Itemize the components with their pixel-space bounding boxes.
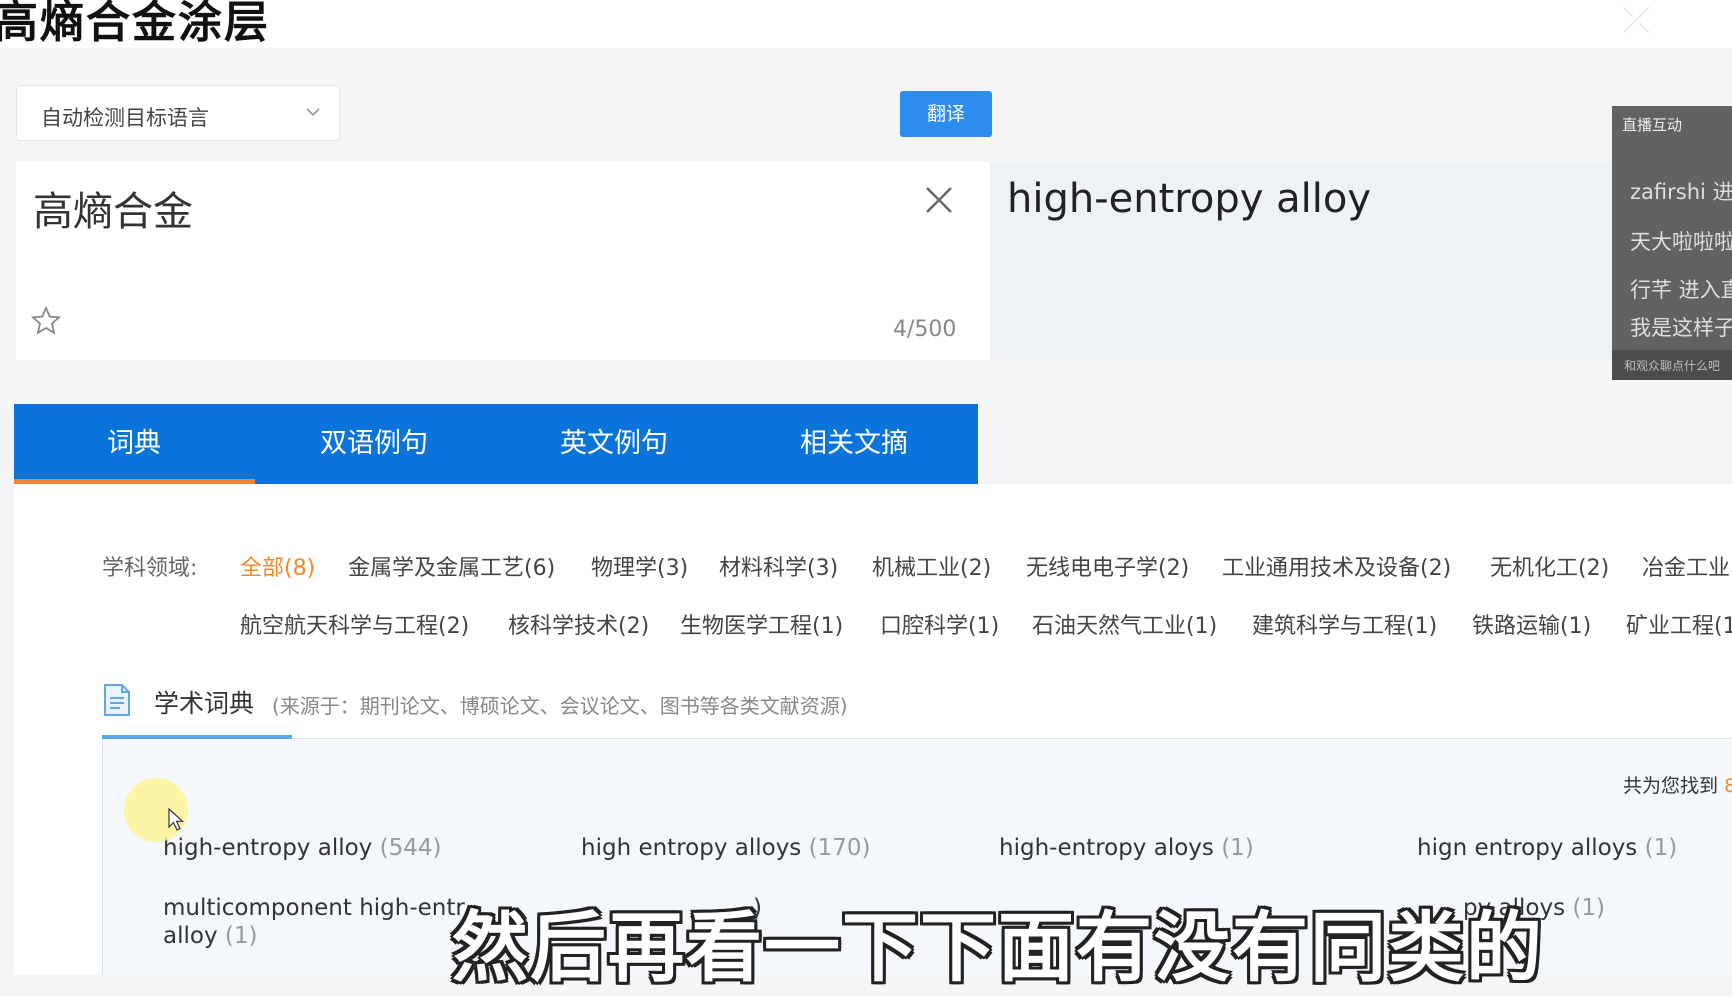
close-icon[interactable] bbox=[921, 182, 957, 218]
subject-field-item[interactable]: 机械工业(2) bbox=[872, 550, 991, 582]
term-count: (1) bbox=[1572, 895, 1605, 921]
subject-field-item[interactable]: 建筑科学与工程(1) bbox=[1252, 608, 1437, 640]
academic-dictionary-title: 学术词典 bbox=[154, 689, 255, 718]
translation-result: high-entropy alloy bbox=[1007, 176, 1371, 222]
results-count-prefix: 共为您找到 bbox=[1623, 775, 1719, 797]
term-item[interactable]: high entropy alloys (170) bbox=[581, 835, 870, 861]
term-text[interactable]: high-entropy aloys bbox=[999, 835, 1214, 861]
char-counter: 4/500 bbox=[893, 317, 957, 342]
term-text[interactable]: hign entropy alloys bbox=[1417, 835, 1637, 861]
term-item[interactable]: high-entropy alloy (544) bbox=[163, 835, 441, 861]
chevron-down-icon bbox=[306, 108, 320, 117]
subject-field-item[interactable]: 口腔科学(1) bbox=[880, 608, 999, 640]
subject-field-item[interactable]: 物理学(3) bbox=[591, 550, 688, 582]
mouse-cursor-icon bbox=[168, 808, 184, 831]
term-count: (1) bbox=[1644, 835, 1678, 861]
subject-field-item[interactable]: 工业通用技术及设备(2) bbox=[1222, 550, 1451, 582]
term-item[interactable]: hign entropy alloys (1) bbox=[1417, 835, 1677, 861]
tab-dictionary[interactable]: 词典 bbox=[14, 404, 255, 484]
source-text[interactable]: 高熵合金 bbox=[33, 179, 193, 237]
live-chat-message: 我是这样子 bbox=[1630, 316, 1732, 340]
results-count: 共为您找到 8 bbox=[1623, 771, 1732, 798]
subject-field-item[interactable]: 无线电电子学(2) bbox=[1026, 550, 1189, 582]
translate-button[interactable]: 翻译 bbox=[900, 91, 992, 137]
source-text-panel[interactable]: 高熵合金 4/500 bbox=[16, 162, 991, 360]
result-tabs: 词典 双语例句 英文例句 相关文摘 bbox=[14, 404, 978, 484]
term-text[interactable]: alloy bbox=[163, 923, 218, 949]
subject-field-item[interactable]: 材料科学(3) bbox=[719, 550, 838, 582]
subject-field-item[interactable]: 铁路运输(1) bbox=[1472, 608, 1591, 640]
live-chat-overlay: 直播互动 zafirshi 进入 天大啦啦啦 行芊 进入直 我是这样子 和观众聊… bbox=[1612, 106, 1732, 380]
corner-watermark: ⤫ bbox=[1622, 0, 1651, 41]
subject-field-item[interactable]: 冶金工业 bbox=[1642, 550, 1730, 582]
live-chat-input[interactable]: 和观众聊点什么吧 bbox=[1612, 350, 1732, 380]
term-item[interactable]: high-entropy aloys (1) bbox=[999, 835, 1254, 861]
term-count: (1) bbox=[224, 923, 258, 949]
subject-field-item[interactable]: 核科学技术(2) bbox=[508, 608, 649, 640]
term-item[interactable]: multicomponent high-entr bbox=[163, 895, 465, 921]
subject-field-item[interactable]: 生物医学工程(1) bbox=[680, 608, 843, 640]
star-icon[interactable] bbox=[30, 305, 62, 337]
subject-field-item[interactable]: 无机化工(2) bbox=[1490, 550, 1609, 582]
language-select[interactable]: 自动检测目标语言 bbox=[16, 85, 340, 141]
subject-field-item[interactable]: 矿业工程(1 bbox=[1626, 608, 1732, 640]
live-chat-message: zafirshi 进入 bbox=[1630, 180, 1732, 204]
document-icon bbox=[104, 684, 130, 716]
tab-english-examples[interactable]: 英文例句 bbox=[494, 404, 734, 484]
term-item[interactable]: alloy (1) bbox=[163, 923, 257, 949]
results-count-number: 8 bbox=[1724, 775, 1732, 797]
term-text[interactable]: high entropy alloys bbox=[581, 835, 801, 861]
term-count: (544) bbox=[379, 835, 442, 861]
video-title-bar: 高熵合金涂层 ⤫ bbox=[0, 0, 1732, 48]
term-text[interactable]: high-entropy alloy bbox=[163, 835, 372, 861]
language-select-label: 自动检测目标语言 bbox=[41, 106, 209, 130]
live-chat-header: 直播互动 bbox=[1622, 116, 1683, 134]
subject-field-item[interactable]: 石油天然气工业(1) bbox=[1032, 608, 1217, 640]
subject-field-item[interactable]: 金属学及金属工艺(6) bbox=[348, 550, 555, 582]
subject-fields-label: 学科领域: bbox=[102, 556, 198, 581]
academic-dictionary-source-note: (来源于：期刊论文、博硕论文、会议论文、图书等各类文献资源) bbox=[272, 694, 848, 718]
tab-bilingual-examples[interactable]: 双语例句 bbox=[254, 404, 494, 484]
video-subtitle: 然后再看一下下面有没有同类的 bbox=[452, 903, 1544, 992]
video-title: 高熵合金涂层 bbox=[0, 0, 270, 48]
tab-related-abstracts[interactable]: 相关文摘 bbox=[734, 404, 974, 484]
term-text[interactable]: multicomponent high-entr bbox=[163, 895, 465, 921]
live-chat-message: 行芊 进入直 bbox=[1630, 278, 1732, 302]
term-count: (170) bbox=[808, 835, 871, 861]
live-chat-placeholder: 和观众聊点什么吧 bbox=[1624, 359, 1721, 373]
term-count: (1) bbox=[1221, 835, 1254, 861]
subject-field-item[interactable]: 航空航天科学与工程(2) bbox=[240, 608, 469, 640]
live-chat-message: 天大啦啦啦 bbox=[1630, 230, 1732, 254]
subject-field-item[interactable]: 全部(8) bbox=[240, 550, 315, 582]
